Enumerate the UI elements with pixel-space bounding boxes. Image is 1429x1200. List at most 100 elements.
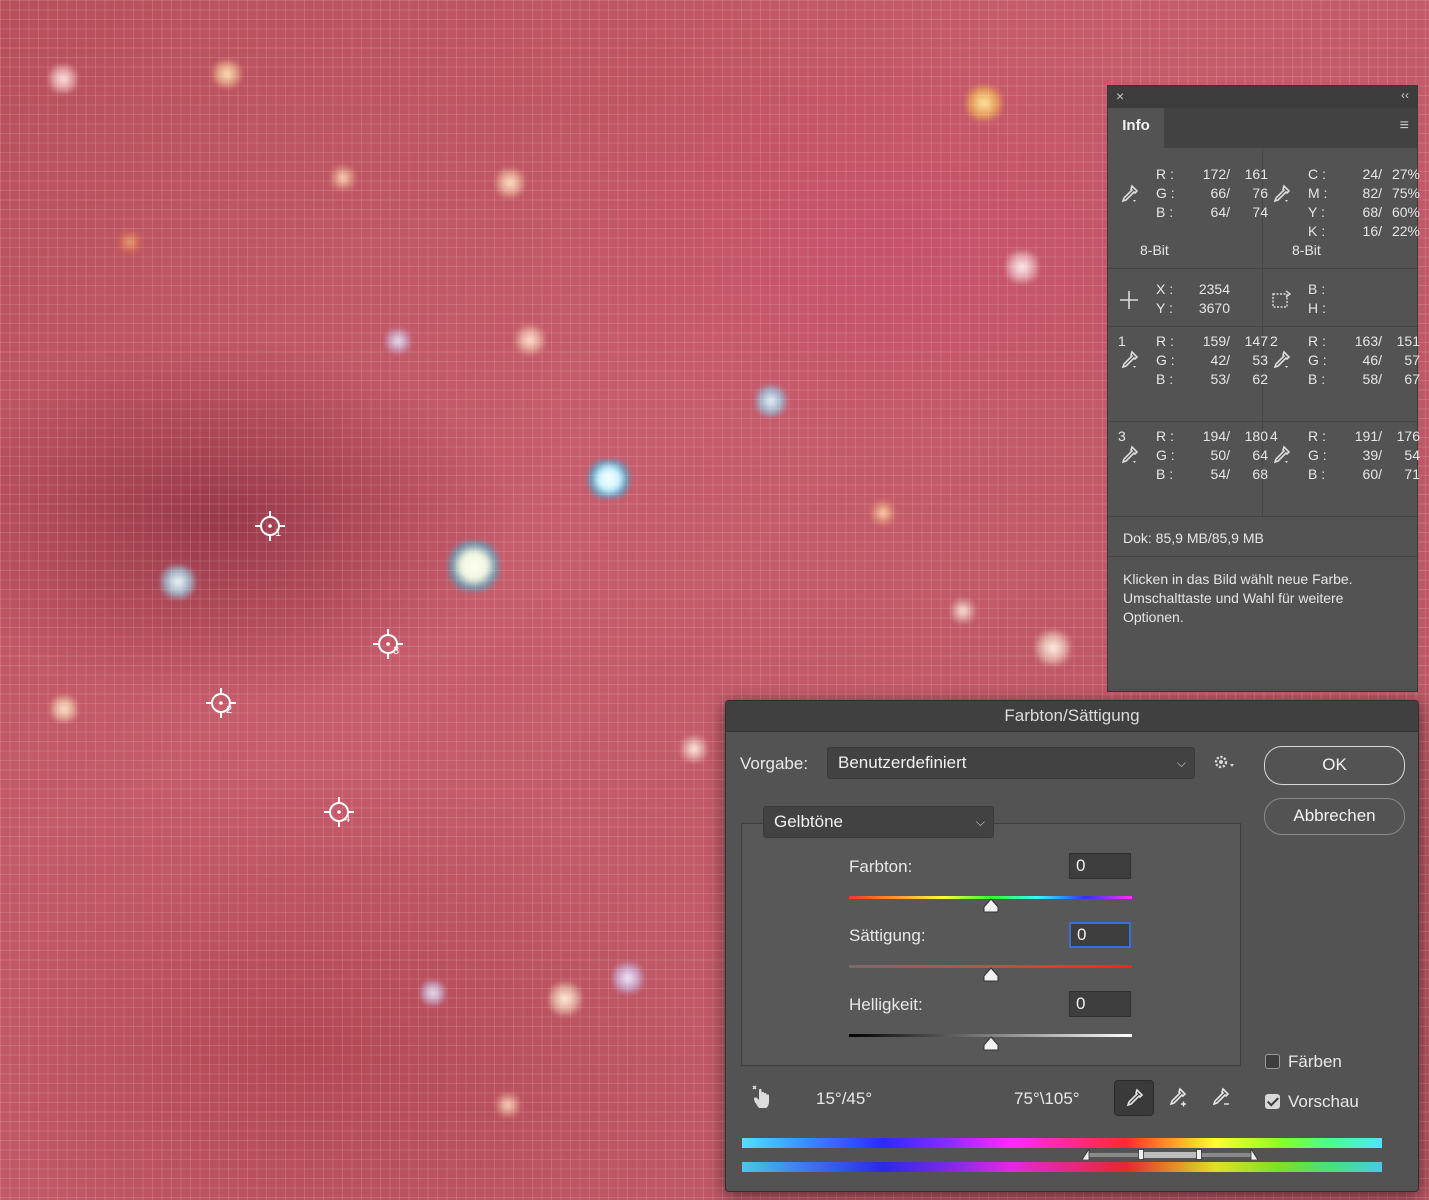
sampler-4-r: R :191/176 [1308, 428, 1420, 444]
hue-slider-thumb[interactable] [982, 898, 1000, 914]
output-color-spectrum [742, 1162, 1382, 1172]
position-x-row: X :2354 [1156, 281, 1230, 297]
eyedropper-icon[interactable] [1270, 183, 1292, 205]
eyedropper-icon[interactable] [1270, 444, 1292, 466]
size-h-row: H : [1308, 300, 1326, 316]
colorize-label[interactable]: Färben [1288, 1052, 1342, 1072]
sampler-index: 1 [1118, 333, 1126, 349]
collapse-icon[interactable]: ‹‹ [1401, 88, 1409, 102]
bit-depth-label[interactable]: 8-Bit [1140, 242, 1169, 258]
bit-depth-label[interactable]: 8-Bit [1292, 242, 1321, 258]
color-sampler-marker-1[interactable]: 1 [253, 509, 287, 543]
preview-checkbox[interactable] [1265, 1094, 1280, 1109]
sampler-2-g: G :46/57 [1308, 352, 1420, 368]
chevron-down-icon: ⌵ [1176, 756, 1186, 770]
sampler-1-g: G :42/53 [1156, 352, 1268, 368]
eyedropper-icon[interactable] [1118, 444, 1140, 466]
eyedropper-icon [1126, 1088, 1144, 1107]
tab-info[interactable]: Info [1108, 108, 1164, 148]
preview-label[interactable]: Vorschau [1288, 1092, 1359, 1112]
sampler-3-b: B :54/68 [1156, 466, 1268, 482]
range-left-handle[interactable] [1138, 1149, 1144, 1160]
saturation-label: Sättigung: [849, 926, 926, 945]
colorize-checkbox[interactable] [1265, 1054, 1280, 1069]
sampler-2-b: B :58/67 [1308, 371, 1420, 387]
crosshair-icon[interactable] [1118, 289, 1140, 311]
sampler-1-b: B :53/62 [1156, 371, 1268, 387]
document-size: Dok: 85,9 MB/85,9 MB [1123, 530, 1264, 546]
info-panel: × ‹‹ Info ≡ R :172/161 G :66/76 B :64/74… [1107, 85, 1420, 692]
preset-label: Vorgabe: [740, 754, 809, 773]
saturation-input[interactable]: 0 [1069, 922, 1131, 948]
ok-button[interactable]: OK [1264, 746, 1405, 785]
sampler-number: 1 [275, 527, 282, 539]
range-core-bar[interactable] [1141, 1151, 1199, 1159]
saturation-slider-thumb[interactable] [982, 967, 1000, 983]
position-y-row: Y :3670 [1156, 300, 1230, 316]
sampler-3-r: R :194/180 [1156, 428, 1268, 444]
eyedropper-tool[interactable] [1114, 1080, 1154, 1116]
sampler-4-b: B :60/71 [1308, 466, 1420, 482]
rgb-b-row: B :64/74 [1156, 204, 1268, 220]
sampler-index: 3 [1118, 428, 1126, 444]
sampler-number: 4 [344, 813, 351, 825]
range-left-falloff-handle[interactable] [1082, 1149, 1090, 1160]
sampler-index: 4 [1270, 428, 1278, 444]
lightness-label: Helligkeit: [849, 995, 923, 1014]
subtract-from-sample-eyedropper-tool[interactable] [1201, 1080, 1239, 1114]
divider [1108, 556, 1417, 557]
hint-text: Klicken in das Bild wählt neue Farbe. Um… [1123, 571, 1353, 625]
rgb-r-row: R :172/161 [1156, 166, 1268, 182]
gear-icon[interactable] [1212, 753, 1238, 773]
color-range-selector[interactable] [1082, 1149, 1258, 1160]
sampler-number: 2 [226, 704, 233, 716]
panel-menu-icon[interactable]: ≡ [1400, 117, 1409, 135]
range-right-degrees: 75°\105° [1014, 1089, 1080, 1108]
cmyk-k-row: K :16/22% [1308, 223, 1420, 239]
cmyk-c-row: C :24/27% [1308, 166, 1420, 182]
eyedropper-plus-icon [1169, 1087, 1187, 1107]
eyedropper-icon[interactable] [1270, 349, 1292, 371]
hue-label: Farbton: [849, 857, 913, 876]
sampler-number: 3 [393, 645, 400, 657]
color-sampler-marker-4[interactable]: 4 [322, 795, 356, 829]
color-sampler-marker-2[interactable]: 2 [204, 686, 238, 720]
input-color-spectrum [742, 1138, 1382, 1148]
selection-size-icon [1272, 290, 1292, 308]
hue-saturation-dialog: Farbton/Sättigung Vorgabe: Benutzerdefin… [725, 700, 1419, 1192]
divider [1108, 516, 1417, 517]
size-w-row: B : [1308, 281, 1326, 297]
adjustment-group [741, 823, 1241, 1066]
range-right-falloff-handle[interactable] [1250, 1149, 1258, 1160]
preset-value: Benutzerdefiniert [838, 753, 967, 772]
color-range-select[interactable]: Gelbtöne ⌵ [763, 806, 994, 838]
lightness-slider-thumb[interactable] [982, 1036, 1000, 1052]
sampler-2-r: R :163/151 [1308, 333, 1420, 349]
close-icon[interactable]: × [1116, 88, 1124, 104]
dialog-title[interactable]: Farbton/Sättigung [726, 701, 1418, 732]
hue-input[interactable]: 0 [1069, 853, 1131, 879]
color-sampler-marker-3[interactable]: 3 [371, 627, 405, 661]
range-right-handle[interactable] [1196, 1149, 1202, 1160]
chevron-down-icon: ⌵ [975, 815, 985, 829]
cmyk-y-row: Y :68/60% [1308, 204, 1420, 220]
crosshair-icon [206, 688, 236, 718]
eyedropper-icon[interactable] [1118, 349, 1140, 371]
cancel-button[interactable]: Abbrechen [1264, 798, 1405, 835]
rgb-g-row: G :66/76 [1156, 185, 1268, 201]
range-left-degrees: 15°/45° [816, 1089, 873, 1108]
color-range-value: Gelbtöne [774, 812, 843, 831]
divider [1108, 421, 1417, 422]
eyedropper-icon[interactable] [1118, 183, 1140, 205]
panel-titlebar[interactable]: × ‹‹ [1108, 86, 1417, 108]
panel-tabbar: Info ≡ [1108, 108, 1417, 148]
divider [1108, 268, 1417, 269]
sampler-1-r: R :159/147 [1156, 333, 1268, 349]
sampler-index: 2 [1270, 333, 1278, 349]
cmyk-m-row: M :82/75% [1308, 185, 1420, 201]
preset-select[interactable]: Benutzerdefiniert ⌵ [827, 747, 1195, 779]
add-to-sample-eyedropper-tool[interactable] [1158, 1080, 1196, 1114]
crosshair-icon [255, 511, 285, 541]
lightness-input[interactable]: 0 [1069, 991, 1131, 1017]
targeted-adjustment-hand-icon[interactable] [750, 1084, 776, 1110]
